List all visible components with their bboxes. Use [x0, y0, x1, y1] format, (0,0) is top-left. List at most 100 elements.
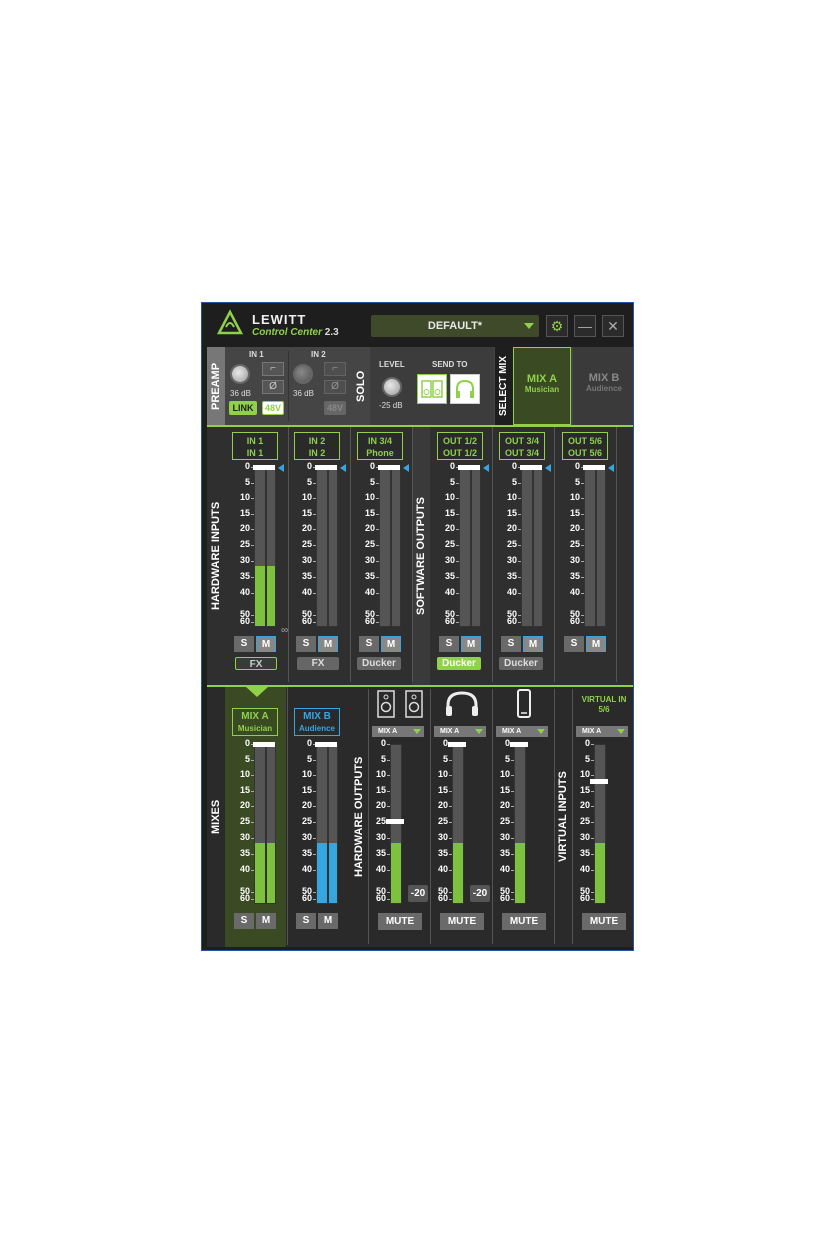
virtual-in-scale-tick: 30 [570, 832, 594, 842]
channel-in-1-label[interactable]: IN 1 IN 1 [232, 432, 278, 460]
mix-a-scale-tick: 25 [230, 816, 254, 826]
mix-a-scale-tick: 40 [230, 864, 254, 874]
solo-level-knob[interactable] [382, 377, 402, 397]
channel-in-2-label[interactable]: IN 2 IN 2 [294, 432, 340, 460]
output-speakers-scale-tick: 20 [366, 800, 390, 810]
lewitt-logo-icon [216, 309, 244, 335]
mix-a-channel-label[interactable]: MIX A Musician [232, 708, 278, 736]
channel-out-3-4-ducker-button[interactable]: Ducker [499, 657, 543, 670]
output-headphones-mix-dropdown[interactable]: MIX A [434, 726, 486, 737]
output-speakers-mute-button[interactable]: MUTE [378, 913, 422, 930]
channel-in-1-scale-tick: 10 [230, 492, 254, 502]
mix-a-mute-button[interactable]: M [256, 913, 276, 929]
channel-out-3-4-scale-tick: 35 [497, 571, 521, 581]
channel-in-2-scale-tick: 15 [292, 508, 316, 518]
output-phone-mute-button[interactable]: MUTE [502, 913, 546, 930]
channel-phone-ducker-button[interactable]: Ducker [357, 657, 401, 670]
channel-in-2-fader[interactable] [315, 465, 337, 470]
in2-48v-button[interactable]: 48V [324, 401, 346, 415]
solo-label: SOLO [355, 370, 367, 402]
output-headphones-fader[interactable] [448, 742, 466, 747]
virtual-in-mute-button[interactable]: MUTE [582, 913, 626, 930]
send-to-headphones-button[interactable] [450, 374, 480, 404]
virtual-in-mix-dropdown[interactable]: MIX A [576, 726, 628, 737]
output-phone-mix-dropdown[interactable]: MIX A [496, 726, 548, 737]
product-name: Control Center 2.3 [252, 327, 339, 338]
mix-a-scale-tick: 10 [230, 769, 254, 779]
in1-lowcut-button[interactable]: ⌐ [262, 362, 284, 376]
channel-out-3-4-label[interactable]: OUT 3/4 OUT 3/4 [499, 432, 545, 460]
channel-out-5-6-solo-button[interactable]: S [564, 636, 584, 652]
channel-out-5-6-fader[interactable] [583, 465, 605, 470]
channel-in-1-mute-button[interactable]: M [256, 636, 276, 652]
mix-b-channel-label[interactable]: MIX B Audience [294, 708, 340, 736]
output-phone-fader[interactable] [510, 742, 528, 747]
channel-in-1-meter [254, 467, 276, 627]
in2-gain-knob[interactable] [293, 364, 313, 384]
minimize-button[interactable]: — [574, 315, 596, 337]
chevron-down-icon [524, 323, 534, 329]
in1-phase-button[interactable]: Ø [262, 380, 284, 394]
mix-b-mute-button[interactable]: M [318, 913, 338, 929]
channel-out-1-2-fader[interactable] [458, 465, 480, 470]
channel-out-5-6-label[interactable]: OUT 5/6 OUT 5/6 [562, 432, 608, 460]
channel-phone-scale-tick: 15 [355, 508, 379, 518]
channel-phone-mute-button[interactable]: M [381, 636, 401, 652]
output-phone-level [515, 842, 525, 903]
channel-in-1-scale-tick: 30 [230, 555, 254, 565]
channel-out-1-2-mute-button[interactable]: M [461, 636, 481, 652]
channel-out-1-2-solo-button[interactable]: S [439, 636, 459, 652]
in1-48v-button[interactable]: 48V [262, 401, 284, 415]
mix-a-solo-button[interactable]: S [234, 913, 254, 929]
channel-out-3-4-fader[interactable] [520, 465, 542, 470]
channel-in-2-mute-button[interactable]: M [318, 636, 338, 652]
channel-in-2-scale-tick: 5 [292, 477, 316, 487]
channel-phone-scale-tick: 40 [355, 587, 379, 597]
close-button[interactable]: ✕ [602, 315, 624, 337]
in1-gain-value: 36 dB [230, 389, 251, 398]
channel-in-1-scale-tick: 35 [230, 571, 254, 581]
mix-a-fader[interactable] [253, 742, 275, 747]
channel-out-3-4-mute-button[interactable]: M [523, 636, 543, 652]
settings-button[interactable]: ⚙ [546, 315, 568, 337]
preset-dropdown[interactable]: DEFAULT* [371, 315, 539, 337]
output-phone-scale-tick: 40 [490, 864, 514, 874]
channel-in-2-scale-tick: 35 [292, 571, 316, 581]
channel-phone-label[interactable]: IN 3/4 Phone [357, 432, 403, 460]
virtual-in-scale-tick: 20 [570, 800, 594, 810]
output-speakers-fader[interactable] [386, 819, 404, 824]
channel-out-3-4-pan-marker [545, 464, 551, 472]
channel-in-1-scale-tick: 20 [230, 523, 254, 533]
in1-gain-knob[interactable] [230, 364, 250, 384]
virtual-in-fader[interactable] [590, 779, 608, 784]
channel-phone-solo-button[interactable]: S [359, 636, 379, 652]
send-to-speakers-button[interactable] [417, 374, 447, 404]
output-speakers-scale-tick: 5 [366, 754, 390, 764]
channel-in-2-fx-button[interactable]: FX [297, 657, 339, 670]
mix-a-subtitle: Musician [524, 385, 560, 394]
channel-out-1-2-ducker-button[interactable]: Ducker [437, 657, 481, 670]
select-mix-a-button[interactable]: MIX A Musician [513, 347, 571, 425]
link-button[interactable]: LINK [229, 401, 257, 415]
in2-phase-button[interactable]: Ø [324, 380, 346, 394]
channel-in-1-fx-button[interactable]: FX [235, 657, 277, 670]
mix-b-solo-button[interactable]: S [296, 913, 316, 929]
channel-in-2-pan-marker [340, 464, 346, 472]
channel-out-1-2-label[interactable]: OUT 1/2 OUT 1/2 [437, 432, 483, 460]
mix-a-title: MIX A [526, 373, 558, 385]
output-headphones-mute-button[interactable]: MUTE [440, 913, 484, 930]
mixes-label: MIXES [210, 799, 222, 835]
mix-b-fader[interactable] [315, 742, 337, 747]
channel-in-2-scale-tick: 0 [292, 461, 316, 471]
channel-phone-fader[interactable] [378, 465, 400, 470]
output-speakers-mix-dropdown[interactable]: MIX A [372, 726, 424, 737]
channel-out-5-6-mute-button[interactable]: M [586, 636, 606, 652]
in2-lowcut-button[interactable]: ⌐ [324, 362, 346, 376]
channel-out-3-4-solo-button[interactable]: S [501, 636, 521, 652]
channel-in-1-fader[interactable] [253, 465, 275, 470]
channel-in-2-solo-button[interactable]: S [296, 636, 316, 652]
channel-out-3-4-scale-tick: 60 [497, 616, 521, 626]
channel-out-1-2-scale-tick: 20 [435, 523, 459, 533]
channel-in-1-solo-button[interactable]: S [234, 636, 254, 652]
select-mix-b-button[interactable]: MIX B Audience [573, 347, 633, 425]
